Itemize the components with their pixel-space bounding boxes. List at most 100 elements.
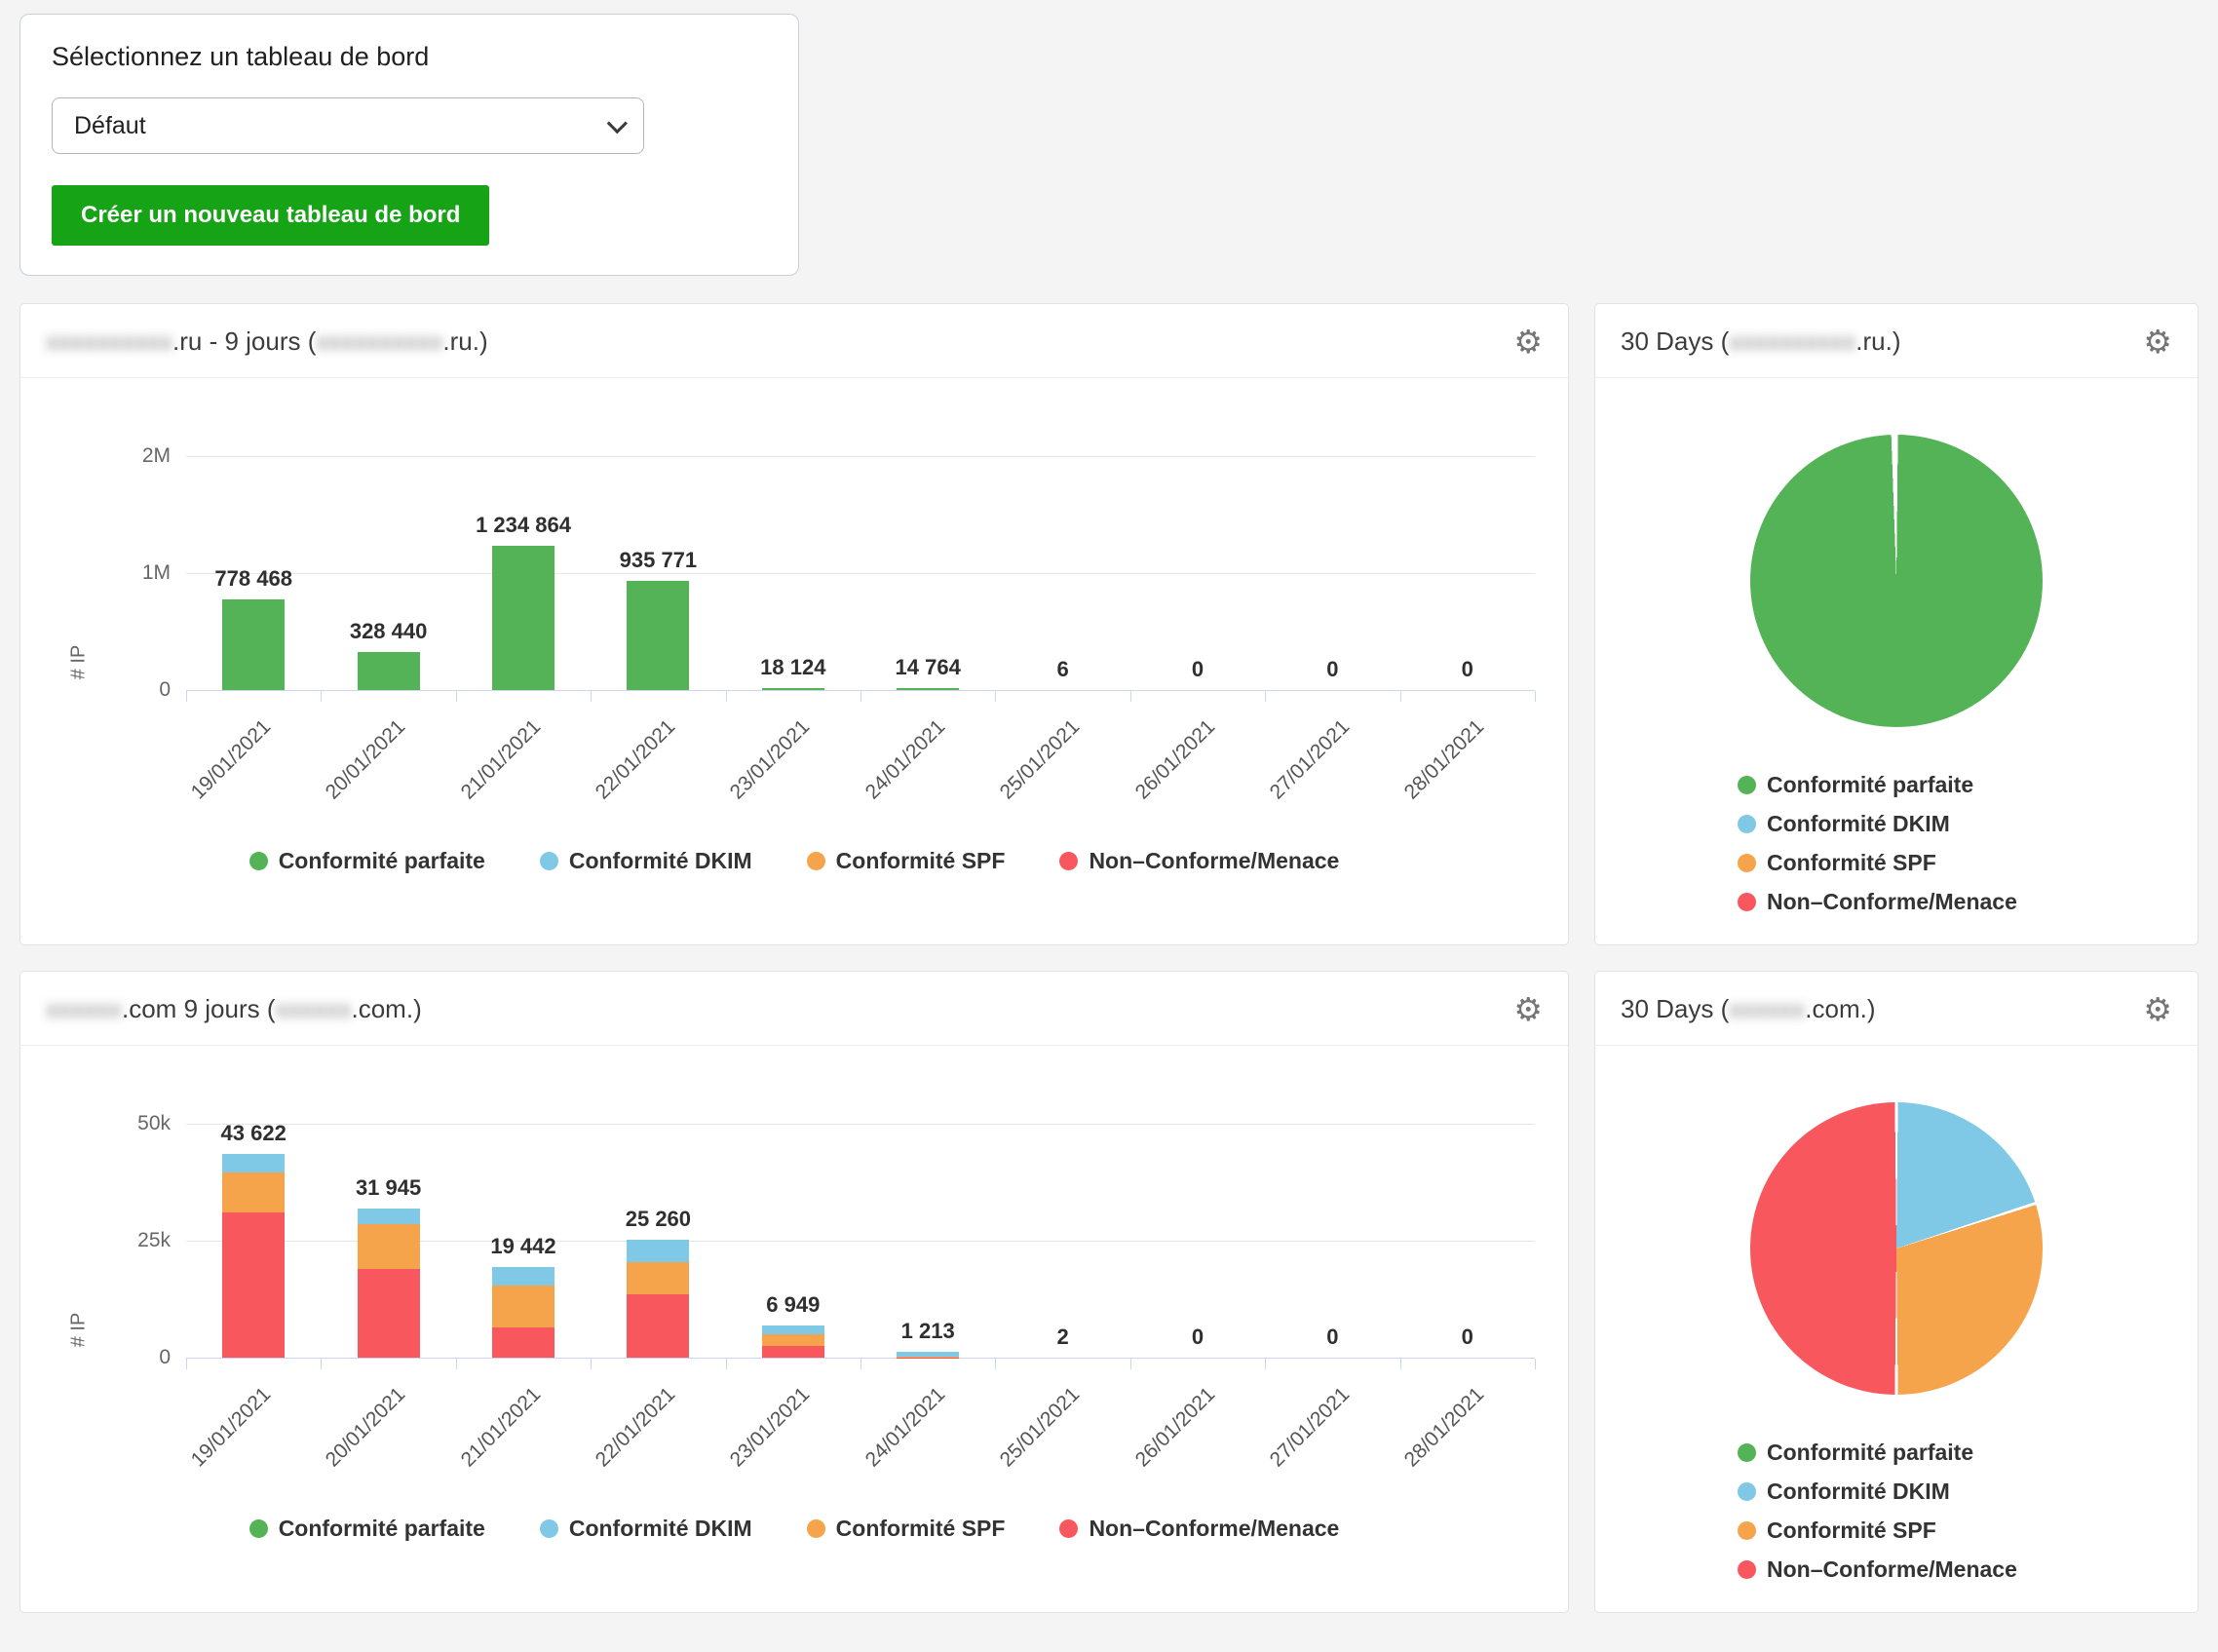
bar-segment bbox=[627, 1240, 689, 1262]
x-axis-label: 23/01/2021 bbox=[726, 715, 815, 804]
bar-segment bbox=[897, 688, 959, 690]
gear-icon[interactable]: ⚙ bbox=[2143, 993, 2172, 1025]
bar-segment bbox=[358, 1209, 420, 1225]
legend-item-dkim[interactable]: Conformité DKIM bbox=[540, 1516, 752, 1542]
bar-segment bbox=[222, 1154, 285, 1172]
gridline bbox=[186, 573, 1535, 574]
dashboard-selector-panel: Sélectionnez un tableau de bord Défaut C… bbox=[19, 14, 799, 276]
gear-icon[interactable]: ⚙ bbox=[1513, 326, 1543, 358]
legend-item-menace[interactable]: Non–Conforme/Menace bbox=[1059, 1516, 1339, 1542]
x-axis-tick bbox=[1535, 1359, 1536, 1369]
legend-label: Non–Conforme/Menace bbox=[1767, 889, 2017, 915]
bar-segment bbox=[627, 581, 689, 690]
legend-label: Conformité DKIM bbox=[569, 1516, 752, 1542]
x-axis-labels: 19/01/202120/01/202121/01/202122/01/2021… bbox=[186, 698, 1535, 836]
legend-item-parfaite[interactable]: Conformité parfaite bbox=[1738, 772, 2198, 798]
legend-label: Non–Conforme/Menace bbox=[1089, 1516, 1339, 1542]
legend-marker-spf bbox=[807, 1519, 825, 1538]
bar-value-label: 0 bbox=[1462, 1325, 1473, 1350]
y-axis-label: # IP bbox=[67, 645, 90, 680]
bar-value-label: 6 bbox=[1056, 657, 1068, 682]
selector-title: Sélectionnez un tableau de bord bbox=[52, 42, 767, 72]
bar-segment bbox=[762, 1334, 824, 1346]
x-axis-label: 19/01/2021 bbox=[186, 715, 275, 804]
dashboard-row-ru: xxxxxxxxxx.ru - 9 jours (xxxxxxxxxx.ru.)… bbox=[19, 303, 2199, 945]
dashboard-select[interactable]: Défaut bbox=[52, 97, 644, 154]
legend-marker-parfaite bbox=[249, 1519, 268, 1538]
y-axis-label: # IP bbox=[67, 1313, 90, 1348]
x-axis-label: 28/01/2021 bbox=[1400, 1383, 1489, 1472]
x-axis-label: 25/01/2021 bbox=[996, 1383, 1085, 1472]
legend-label: Conformité parfaite bbox=[279, 1516, 485, 1542]
y-axis-tick-label: 0 bbox=[159, 1346, 171, 1369]
pie-chart-card-com: 30 Days (xxxxxx.com.) ⚙ Conformité parfa… bbox=[1594, 971, 2199, 1613]
redacted-domain: xxxxxx bbox=[276, 994, 352, 1023]
legend-marker-spf bbox=[807, 852, 825, 870]
pie-chart bbox=[1750, 435, 2043, 727]
card-title: 30 Days (xxxxxxxxxx.ru.) bbox=[1621, 327, 1901, 357]
x-axis-label: 24/01/2021 bbox=[860, 1383, 949, 1472]
bar-chart: # IP 2M1M0778 468328 4401 234 864935 771… bbox=[20, 456, 1568, 874]
x-axis-label: 24/01/2021 bbox=[860, 715, 949, 804]
legend-marker-dkim bbox=[540, 852, 558, 870]
x-axis-label: 23/01/2021 bbox=[726, 1383, 815, 1472]
x-axis-label: 19/01/2021 bbox=[186, 1383, 275, 1472]
x-axis-label: 21/01/2021 bbox=[456, 715, 545, 804]
bar-segment bbox=[222, 1212, 285, 1358]
card-title-text: .ru - 9 jours ( bbox=[172, 327, 316, 356]
bar-segment bbox=[627, 1294, 689, 1358]
gear-icon[interactable]: ⚙ bbox=[1513, 993, 1543, 1025]
bar-segment bbox=[897, 1352, 959, 1357]
pie-chart-card-ru: 30 Days (xxxxxxxxxx.ru.) ⚙ Conformité pa… bbox=[1594, 303, 2199, 945]
bar-segment bbox=[627, 1262, 689, 1295]
bar-chart: # IP 50k25k043 62231 94519 44225 2606 94… bbox=[20, 1124, 1568, 1542]
bar-chart-card-com: xxxxxx.com 9 jours (xxxxxx.com.) ⚙ # IP … bbox=[19, 971, 1569, 1613]
create-dashboard-button[interactable]: Créer un nouveau tableau de bord bbox=[52, 185, 489, 246]
legend-item-spf[interactable]: Conformité SPF bbox=[1738, 1518, 2198, 1544]
x-axis-label: 26/01/2021 bbox=[1130, 1383, 1219, 1472]
x-axis-label: 27/01/2021 bbox=[1266, 715, 1355, 804]
bar-value-label: 2 bbox=[1056, 1325, 1068, 1350]
chart-legend: Conformité parfaite Conformité DKIM Confor… bbox=[1738, 1440, 2198, 1612]
legend-item-menace[interactable]: Non–Conforme/Menace bbox=[1738, 889, 2198, 915]
legend-label: Non–Conforme/Menace bbox=[1089, 848, 1339, 874]
legend-item-dkim[interactable]: Conformité DKIM bbox=[1738, 811, 2198, 837]
legend-item-menace[interactable]: Non–Conforme/Menace bbox=[1059, 848, 1339, 874]
legend-item-dkim[interactable]: Conformité DKIM bbox=[540, 848, 752, 874]
legend-item-dkim[interactable]: Conformité DKIM bbox=[1738, 1479, 2198, 1505]
legend-item-spf[interactable]: Conformité SPF bbox=[807, 848, 1006, 874]
legend-item-menace[interactable]: Non–Conforme/Menace bbox=[1738, 1556, 2198, 1583]
legend-item-spf[interactable]: Conformité SPF bbox=[807, 1516, 1006, 1542]
bar-value-label: 25 260 bbox=[626, 1207, 691, 1232]
gear-icon[interactable]: ⚙ bbox=[2143, 326, 2172, 358]
legend-label: Conformité SPF bbox=[836, 1516, 1006, 1542]
card-title: xxxxxxxxxx.ru - 9 jours (xxxxxxxxxx.ru.) bbox=[46, 327, 488, 357]
redacted-domain: xxxxxxxxxx bbox=[46, 327, 172, 356]
bar-value-label: 0 bbox=[1326, 1325, 1338, 1350]
x-axis-labels: 19/01/202120/01/202121/01/202122/01/2021… bbox=[186, 1365, 1535, 1504]
legend-marker-spf bbox=[1738, 854, 1756, 872]
bar-value-label: 31 945 bbox=[356, 1175, 421, 1201]
y-axis-tick-label: 0 bbox=[159, 678, 171, 702]
legend-label: Non–Conforme/Menace bbox=[1767, 1556, 2017, 1583]
bar-value-label: 778 468 bbox=[214, 566, 292, 592]
bar-segment bbox=[762, 1325, 824, 1334]
card-header: 30 Days (xxxxxxxxxx.ru.) ⚙ bbox=[1595, 304, 2198, 378]
redacted-domain: xxxxxxxxxx bbox=[1729, 327, 1855, 356]
x-axis-label: 22/01/2021 bbox=[592, 1383, 680, 1472]
card-header: xxxxxx.com 9 jours (xxxxxx.com.) ⚙ bbox=[20, 972, 1568, 1046]
bar-chart-card-ru: xxxxxxxxxx.ru - 9 jours (xxxxxxxxxx.ru.)… bbox=[19, 303, 1569, 945]
bar-segment bbox=[358, 1269, 420, 1358]
legend-marker-menace bbox=[1059, 852, 1078, 870]
chart-legend: Conformité parfaite Conformité DKIM Confor… bbox=[1738, 772, 2198, 944]
legend-label: Conformité SPF bbox=[1767, 1518, 1936, 1544]
legend-item-parfaite[interactable]: Conformité parfaite bbox=[1738, 1440, 2198, 1466]
legend-marker-menace bbox=[1059, 1519, 1078, 1538]
legend-item-parfaite[interactable]: Conformité parfaite bbox=[249, 848, 485, 874]
legend-label: Conformité DKIM bbox=[569, 848, 752, 874]
bar-value-label: 43 622 bbox=[221, 1121, 287, 1146]
legend-item-spf[interactable]: Conformité SPF bbox=[1738, 850, 2198, 876]
card-title-text: .ru.) bbox=[1855, 327, 1900, 356]
bar-plot-area: 2M1M0778 468328 4401 234 864935 77118 12… bbox=[186, 456, 1535, 690]
legend-item-parfaite[interactable]: Conformité parfaite bbox=[249, 1516, 485, 1542]
